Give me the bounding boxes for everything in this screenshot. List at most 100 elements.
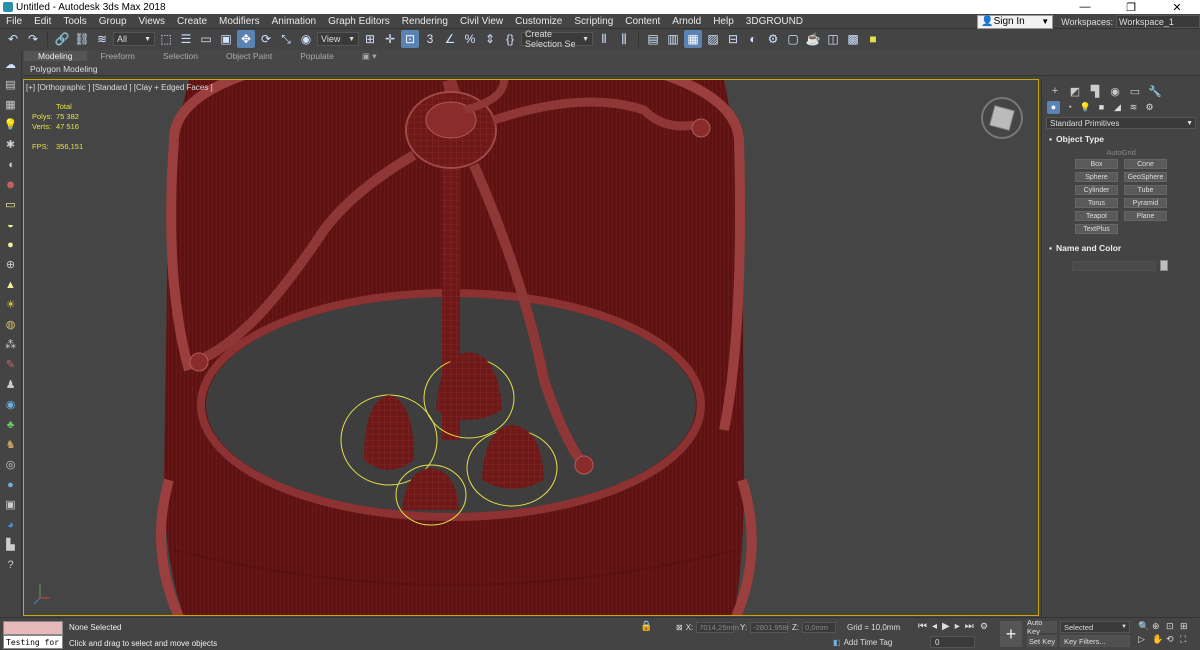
spot-light-icon[interactable]: ◒	[4, 218, 18, 231]
x-coordinate-field[interactable]: 7014,25mm	[696, 622, 739, 633]
rendered-frame-window-icon[interactable]: ▢	[784, 30, 802, 48]
play-icon[interactable]: ▶	[942, 621, 950, 632]
render-setup-icon[interactable]: ⚙	[764, 30, 782, 48]
tab-freeform[interactable]: Freeform	[87, 51, 149, 61]
next-frame-icon[interactable]: ▸	[955, 621, 960, 632]
object-type-header[interactable]: ▪ Object Type	[1046, 133, 1196, 145]
fan-icon[interactable]: ✱	[4, 138, 18, 151]
pan-icon[interactable]: ✋	[1152, 634, 1165, 645]
material-editor-icon[interactable]: ◐	[744, 30, 762, 48]
primitive-category-dropdown[interactable]: Standard Primitives ▼	[1046, 117, 1196, 129]
autogrid-checkbox[interactable]: AutoGrid	[1046, 148, 1196, 157]
sphere-light-icon[interactable]: ●	[4, 238, 18, 251]
named-selection-dropdown[interactable]: Create Selection Se ▼	[521, 29, 593, 49]
unlink-icon[interactable]: ⛓	[73, 30, 91, 48]
previous-frame-icon[interactable]: ◂	[932, 621, 937, 632]
render-production-icon[interactable]: ☕	[804, 30, 822, 48]
select-object-icon[interactable]: ⬚	[157, 30, 175, 48]
align-icon[interactable]: ⫼	[615, 30, 633, 48]
snaps-toggle-icon[interactable]: 3	[421, 30, 439, 48]
keyboard-shortcut-toggle-icon[interactable]: ⊡	[401, 30, 419, 48]
menu-group[interactable]: Group	[93, 16, 133, 27]
layers-side-icon[interactable]: ▦	[4, 98, 18, 111]
globe-icon[interactable]: ◉	[4, 398, 18, 411]
tab-populate[interactable]: Populate	[286, 51, 348, 61]
angle-snap-icon[interactable]: ∠	[441, 30, 459, 48]
field-of-view-icon[interactable]: ▷	[1138, 634, 1151, 645]
systems-icon[interactable]: ⚙	[1143, 101, 1156, 114]
viewport-label[interactable]: [+] [Orthographic ] [Standard ] [Clay + …	[26, 83, 213, 92]
window-crossing-icon[interactable]: ▣	[217, 30, 235, 48]
select-move-icon[interactable]: ✥	[237, 30, 255, 48]
menu-scripting[interactable]: Scripting	[568, 16, 619, 27]
torus-button[interactable]: Torus	[1075, 198, 1118, 208]
cylinder-button[interactable]: Cylinder	[1075, 185, 1118, 195]
textplus-button[interactable]: TextPlus	[1075, 224, 1118, 234]
perspective-viewport[interactable]: [+] [Orthographic ] [Standard ] [Clay + …	[23, 79, 1039, 616]
y-coordinate-field[interactable]: -2801,958r	[750, 622, 789, 633]
selection-filter-dropdown[interactable]: All ▼	[113, 32, 155, 46]
orbit-icon[interactable]: ⟲	[1166, 634, 1179, 645]
menu-modifiers[interactable]: Modifiers	[213, 16, 266, 27]
tab-object-paint[interactable]: Object Paint	[212, 51, 286, 61]
chart-icon[interactable]: ▙	[4, 538, 18, 551]
motion-tab-icon[interactable]: ◉	[1108, 84, 1122, 98]
zoom-icon[interactable]: 🔍	[1138, 621, 1151, 632]
pyramid-button[interactable]: Pyramid	[1124, 198, 1167, 208]
undo-icon[interactable]: ↶	[4, 30, 22, 48]
tube-button[interactable]: Tube	[1124, 185, 1167, 195]
schematic-view-icon[interactable]: ⊟	[724, 30, 742, 48]
render-element-icon[interactable]: ▣	[4, 498, 18, 511]
select-place-icon[interactable]: ◉	[297, 30, 315, 48]
menu-create[interactable]: Create	[171, 16, 213, 27]
teapot-button[interactable]: Teapot	[1075, 211, 1118, 221]
render-iterative-icon[interactable]: ◫	[824, 30, 842, 48]
display-tab-icon[interactable]: ▭	[1128, 84, 1142, 98]
object-name-input[interactable]	[1072, 260, 1156, 271]
paint-brush-icon[interactable]: ✎	[4, 358, 18, 371]
go-to-end-icon[interactable]: ⏭	[965, 621, 974, 632]
character-icon[interactable]: ♟	[4, 378, 18, 391]
maximize-button[interactable]: ❐	[1108, 0, 1154, 14]
zoom-extents-all-icon[interactable]: ⊞	[1180, 621, 1193, 632]
pivot-point-icon[interactable]: ⊞	[361, 30, 379, 48]
link-icon[interactable]: 🔗	[53, 30, 71, 48]
speaker-icon[interactable]: ◖	[4, 158, 18, 171]
space-warps-icon[interactable]: ≋	[1127, 101, 1140, 114]
sign-in-dropdown[interactable]: 👤 Sign In ▼	[977, 14, 1054, 29]
plant-icon[interactable]: ♣	[4, 418, 18, 431]
utilities-tab-icon[interactable]: 🔧	[1148, 84, 1162, 98]
auto-key-button[interactable]: Auto Key	[1027, 618, 1057, 636]
geometry-icon[interactable]: ●	[1047, 100, 1060, 114]
key-filters-button[interactable]: Key Filters...	[1060, 635, 1130, 647]
geosphere-button[interactable]: GeoSphere	[1124, 172, 1167, 182]
ribbon-toggle-icon[interactable]: ▦	[684, 30, 702, 48]
shapes-icon[interactable]: ◔	[1063, 101, 1076, 114]
tab-modeling[interactable]: Modeling	[24, 51, 87, 61]
cone-light-icon[interactable]: ▲	[4, 278, 18, 291]
blue-sphere-icon[interactable]: ●	[4, 478, 18, 491]
menu-animation[interactable]: Animation	[266, 16, 322, 27]
modify-tab-icon[interactable]: ◩	[1068, 84, 1082, 98]
hierarchy-tab-icon[interactable]: ▜	[1088, 84, 1102, 98]
menu-customize[interactable]: Customize	[509, 16, 568, 27]
edit-named-selection-icon[interactable]: {}	[501, 30, 519, 48]
color-ball-icon[interactable]: ◕	[4, 518, 18, 531]
workspace-dropdown[interactable]: Workspace_1	[1116, 15, 1200, 28]
time-config-icon[interactable]: ⚙	[980, 621, 988, 632]
absolute-mode-icon[interactable]: ⊠	[676, 623, 683, 632]
spinner-snap-icon[interactable]: ⇕	[481, 30, 499, 48]
set-key-button[interactable]: Set Key	[1027, 635, 1057, 647]
help-icon[interactable]: ?	[4, 558, 18, 571]
select-scale-icon[interactable]: ⤡	[277, 30, 295, 48]
reference-coordinate-dropdown[interactable]: View ▼	[317, 32, 359, 46]
menu-tools[interactable]: Tools	[57, 16, 92, 27]
cone-button[interactable]: Cone	[1124, 159, 1167, 169]
close-button[interactable]: ✕	[1154, 0, 1200, 14]
object-color-swatch[interactable]	[1160, 260, 1168, 271]
cameras-icon[interactable]: ■	[1095, 101, 1108, 114]
create-tab-icon[interactable]: +	[1048, 84, 1062, 98]
zoom-extents-icon[interactable]: ⊡	[1166, 621, 1179, 632]
menu-civil-view[interactable]: Civil View	[454, 16, 509, 27]
set-keys-button[interactable]: +	[1000, 621, 1022, 647]
